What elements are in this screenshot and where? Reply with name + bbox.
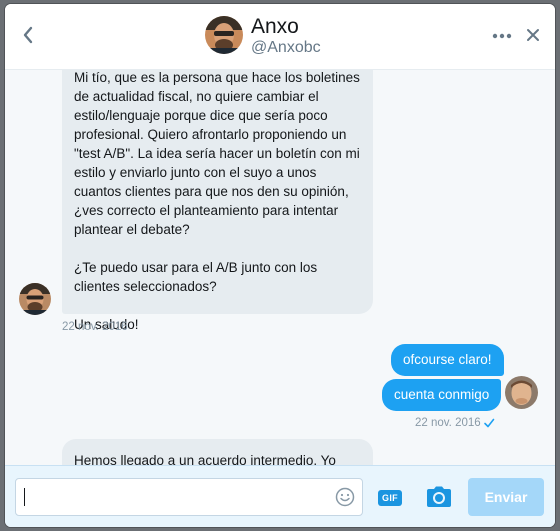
close-icon <box>527 29 539 41</box>
close-button[interactable] <box>523 25 543 45</box>
conversation-header: Anxo @Anxobc <box>5 4 555 70</box>
contact-handle[interactable]: @Anxobc <box>251 38 321 58</box>
user-avatar[interactable] <box>505 376 538 409</box>
contact-name[interactable]: Anxo <box>251 15 299 39</box>
message-composer: GIF Enviar <box>5 465 555 527</box>
contact-avatar[interactable] <box>205 16 243 54</box>
checkmark-icon <box>484 418 495 428</box>
incoming-message: Mi tío, que es la persona que hace los b… <box>62 70 373 332</box>
back-button[interactable] <box>17 24 39 46</box>
outgoing-message: cuenta conmigo <box>382 379 502 411</box>
message-timestamp: 22 nov. 2016 <box>62 321 128 333</box>
message-paragraph: ¿Te puedo usar para el A/B junto con los… <box>74 260 318 294</box>
text-cursor <box>24 488 25 506</box>
emoji-button[interactable] <box>335 487 355 507</box>
more-options-button[interactable] <box>491 26 513 46</box>
outgoing-message: ofcourse claro! <box>391 344 504 376</box>
smiley-icon <box>335 487 355 507</box>
media-button[interactable] <box>426 486 452 508</box>
message-input[interactable] <box>15 478 363 516</box>
chevron-left-icon <box>23 26 33 44</box>
message-list[interactable]: Mi tío, que es la persona que hace los b… <box>5 70 555 465</box>
more-dots-icon <box>492 33 512 39</box>
message-paragraph: Mi tío, que es la persona que hace los b… <box>74 70 360 237</box>
incoming-message: Hemos llegado a un acuerdo intermedio. Y… <box>62 439 373 465</box>
gif-button[interactable]: GIF <box>378 490 402 506</box>
camera-icon <box>427 486 451 507</box>
message-timestamp: 22 nov. 2016 <box>415 417 481 429</box>
sender-avatar[interactable] <box>19 283 51 315</box>
dm-window: Anxo @Anxobc Mi tío, que es la persona q… <box>5 4 555 527</box>
send-button[interactable]: Enviar <box>468 478 544 516</box>
